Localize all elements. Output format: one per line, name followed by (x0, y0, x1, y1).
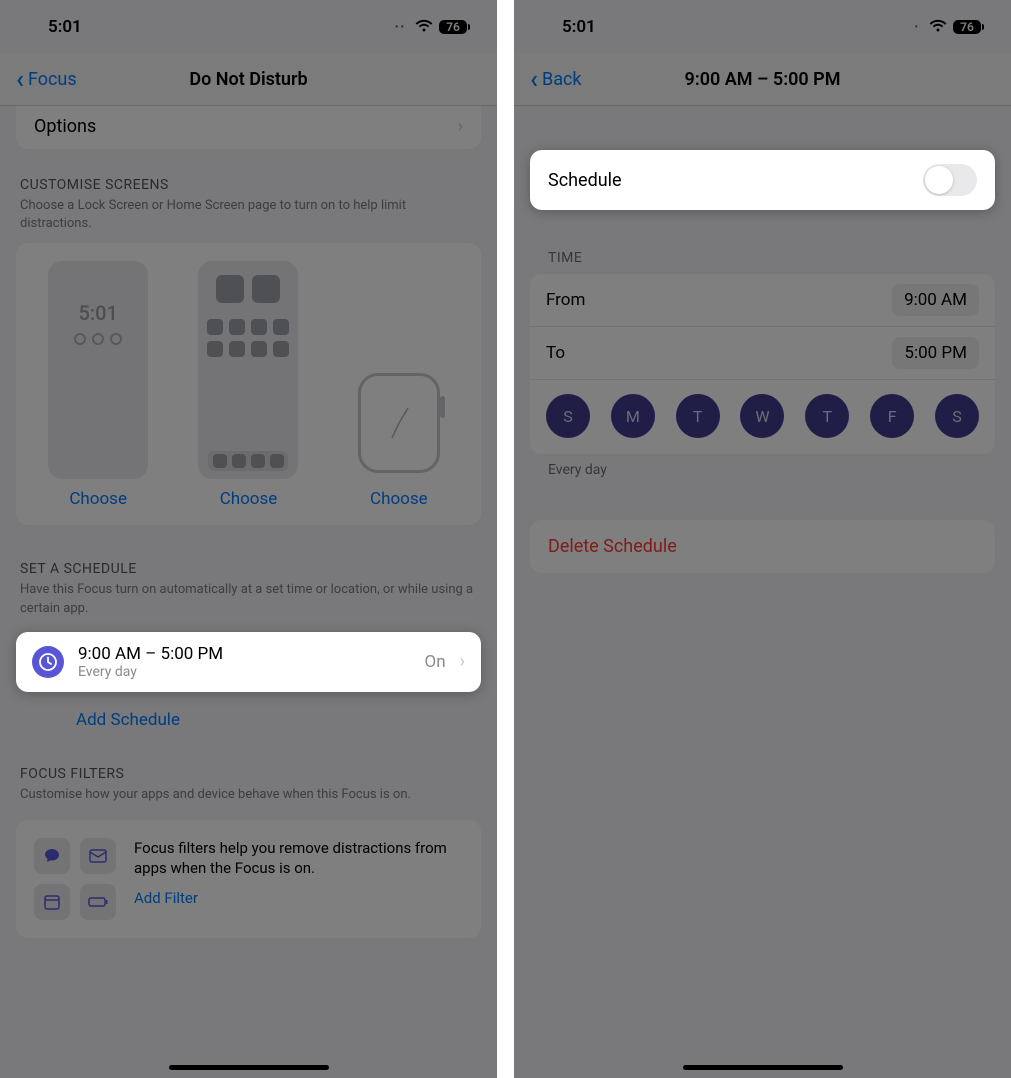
day-tue[interactable]: T (676, 394, 720, 438)
schedule-toggle[interactable] (923, 164, 977, 196)
toggle-knob (925, 166, 953, 194)
schedule-toggle-card: Schedule (530, 150, 995, 210)
home-screen-preview[interactable] (198, 261, 298, 479)
from-row[interactable]: From 9:00 AM (530, 274, 995, 327)
filter-text: Focus filters help you remove distractio… (134, 838, 463, 920)
filters-box: Focus filters help you remove distractio… (16, 820, 481, 938)
add-filter-button[interactable]: Add Filter (134, 888, 463, 908)
choose-watch-button[interactable]: Choose (370, 489, 428, 509)
schedule-labels: 9:00 AM – 5:00 PM Every day (78, 644, 411, 680)
page-title: Do Not Disturb (0, 69, 497, 90)
calendar-icon (34, 884, 70, 920)
from-value[interactable]: 9:00 AM (892, 284, 979, 316)
customise-screens-box: 5:01 Choose Choose Choos (16, 243, 481, 525)
filter-icons (34, 838, 116, 920)
home-apps-icon (207, 319, 289, 357)
options-row[interactable]: Options › (16, 106, 481, 149)
screen-schedule-detail: 5:01 • 76 ‹ Back 9:00 AM – 5:00 PM Sched… (514, 0, 1011, 1078)
nav-bar: ‹ Back 9:00 AM – 5:00 PM (514, 54, 1011, 106)
status-bar: 5:01 •• 76 (0, 0, 497, 54)
time-card: From 9:00 AM To 5:00 PM S M T W T F S (530, 274, 995, 454)
mail-icon (80, 838, 116, 874)
wifi-icon (929, 17, 947, 37)
wifi-icon (415, 17, 433, 37)
battery-icon: 76 (953, 20, 981, 34)
watch-preview[interactable] (358, 373, 440, 473)
chevron-right-icon: › (460, 651, 465, 672)
day-wed[interactable]: W (740, 394, 784, 438)
status-time: 5:01 (562, 17, 596, 37)
nav-bar: ‹ Focus Do Not Disturb (0, 54, 497, 106)
lock-screen-preview[interactable]: 5:01 (48, 261, 148, 479)
battery-icon: 76 (439, 20, 467, 34)
recording-indicator-icon: • (914, 22, 920, 33)
page-title: 9:00 AM – 5:00 PM (514, 69, 1011, 90)
status-right: • 76 (914, 17, 981, 37)
watch-face-icon (374, 398, 424, 448)
customise-sub: Choose a Lock Screen or Home Screen page… (16, 197, 481, 243)
day-fri[interactable]: F (870, 394, 914, 438)
schedule-row[interactable]: 9:00 AM – 5:00 PM Every day On › (16, 632, 481, 692)
content: Options › CUSTOMISE SCREENS Choose a Loc… (0, 106, 497, 938)
to-label: To (546, 343, 565, 363)
schedule-subtitle: Every day (78, 664, 411, 680)
status-right: •• 76 (395, 17, 467, 37)
every-day-label: Every day (514, 454, 1011, 478)
to-value[interactable]: 5:00 PM (892, 337, 979, 369)
schedule-toggle-row: Schedule (530, 150, 995, 210)
toggle-label: Schedule (548, 170, 622, 191)
home-dock-icon (208, 451, 288, 471)
home-widgets-icon (216, 275, 280, 303)
recording-indicator-icon: •• (395, 22, 406, 33)
choose-home-button[interactable]: Choose (220, 489, 278, 509)
battery-icon (80, 884, 116, 920)
choose-lock-button[interactable]: Choose (69, 489, 127, 509)
schedule-state: On (425, 652, 446, 672)
day-sat[interactable]: S (935, 394, 979, 438)
watch-preview-wrap (349, 261, 449, 479)
screen-do-not-disturb: 5:01 •• 76 ‹ Focus Do Not Disturb Option… (0, 0, 497, 1078)
lock-time: 5:01 (78, 301, 117, 325)
day-mon[interactable]: M (611, 394, 655, 438)
filters-header: FOCUS FILTERS (16, 766, 481, 786)
home-screen-col: Choose (178, 261, 318, 509)
lock-widgets-icon (74, 333, 122, 345)
home-indicator[interactable] (169, 1065, 329, 1070)
status-bar: 5:01 • 76 (514, 0, 1011, 54)
delete-schedule-button[interactable]: Delete Schedule (530, 520, 995, 573)
time-header: TIME (514, 210, 1011, 274)
lock-screen-col: 5:01 Choose (28, 261, 168, 509)
home-indicator[interactable] (683, 1065, 843, 1070)
filters-sub: Customise how your apps and device behav… (16, 786, 481, 814)
day-thu[interactable]: T (805, 394, 849, 438)
filter-desc: Focus filters help you remove distractio… (134, 838, 463, 879)
clock-icon (32, 646, 64, 678)
days-row: S M T W T F S (530, 380, 995, 454)
schedule-header: SET A SCHEDULE (16, 561, 481, 581)
schedule-sub: Have this Focus turn on automatically at… (16, 581, 481, 627)
watch-col: Choose (329, 261, 469, 509)
add-schedule-button[interactable]: Add Schedule (16, 692, 481, 748)
to-row[interactable]: To 5:00 PM (530, 327, 995, 380)
messages-icon (34, 838, 70, 874)
customise-header: CUSTOMISE SCREENS (16, 177, 481, 197)
status-time: 5:01 (48, 17, 82, 37)
from-label: From (546, 290, 585, 310)
chevron-right-icon: › (458, 116, 463, 137)
schedule-title: 9:00 AM – 5:00 PM (78, 644, 411, 664)
day-sun[interactable]: S (546, 394, 590, 438)
options-label: Options (34, 116, 96, 137)
